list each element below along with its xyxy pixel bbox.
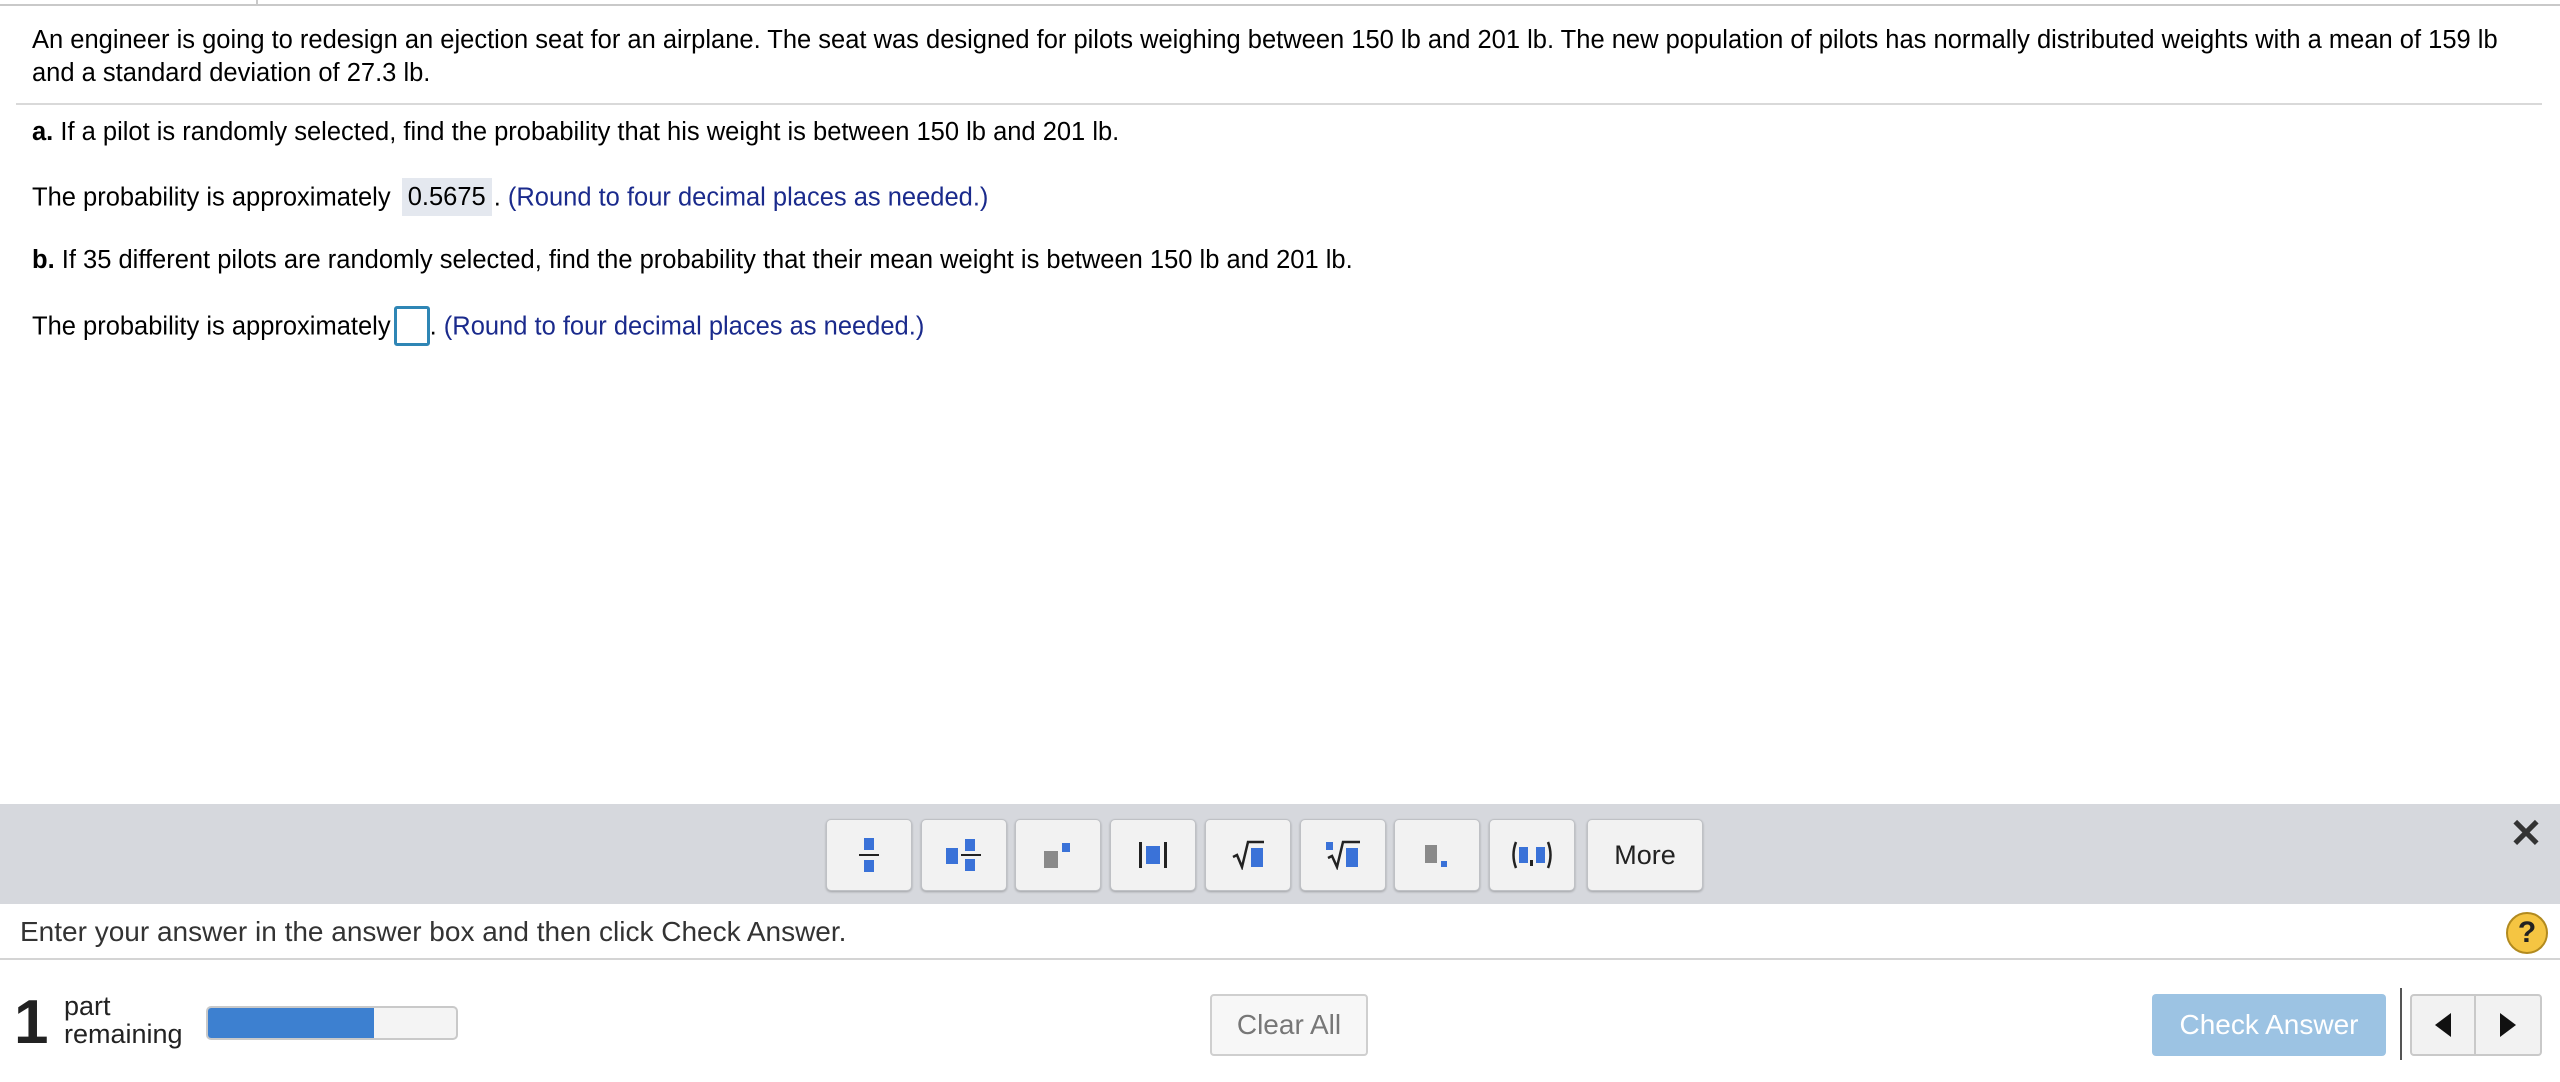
mixed-number-button[interactable] xyxy=(921,819,1007,891)
more-button[interactable]: More xyxy=(1587,819,1703,891)
top-tab-edge xyxy=(0,0,258,4)
nav-separator xyxy=(2400,988,2402,1060)
progress-bar xyxy=(206,1006,458,1040)
part-a-prompt-line: a. If a pilot is randomly selected, find… xyxy=(32,116,1119,149)
square-root-button[interactable] xyxy=(1205,819,1291,891)
part-a-answer-suffix: . xyxy=(493,183,501,212)
instruction-text: Enter your answer in the answer box and … xyxy=(20,916,847,947)
previous-button[interactable] xyxy=(2410,994,2476,1056)
parts-remaining-count: 1 xyxy=(14,988,49,1057)
ordered-pair-icon xyxy=(1512,841,1552,869)
nth-root-icon xyxy=(1326,840,1360,870)
footer: 1 part remaining Clear All Check Answer xyxy=(0,962,2560,1082)
part-b-rounding-hint: (Round to four decimal places as needed.… xyxy=(443,312,925,341)
ordered-pair-button[interactable] xyxy=(1489,819,1575,891)
square-root-icon xyxy=(1232,840,1264,870)
mixed-number-icon xyxy=(946,839,981,871)
instruction-bar: Enter your answer in the answer box and … xyxy=(0,904,2560,960)
check-answer-button[interactable]: Check Answer xyxy=(2152,994,2386,1056)
fraction-button[interactable] xyxy=(826,819,912,891)
exponent-button[interactable] xyxy=(1015,819,1101,891)
part-b-prompt-line: b. If 35 different pilots are randomly s… xyxy=(32,244,1353,277)
next-button[interactable] xyxy=(2476,994,2542,1056)
part-a-label: a. xyxy=(32,118,54,146)
decimal-icon xyxy=(1425,845,1447,867)
close-icon[interactable]: ✕ xyxy=(2508,814,2544,854)
exponent-icon xyxy=(1044,843,1070,868)
absolute-value-button[interactable] xyxy=(1110,819,1196,891)
part-b-answer-box[interactable] xyxy=(393,306,430,346)
part-b-label: b. xyxy=(32,246,55,274)
top-border xyxy=(0,0,2560,6)
triangle-right-icon xyxy=(2500,1013,2516,1037)
part-a-prompt: If a pilot is randomly selected, find th… xyxy=(60,118,1120,146)
help-icon[interactable]: ? xyxy=(2506,912,2548,954)
parts-label-line1: part xyxy=(64,991,111,1021)
part-b-answer-line: The probability is approximately. (Round… xyxy=(32,306,925,348)
decimal-button[interactable] xyxy=(1394,819,1480,891)
clear-all-button[interactable]: Clear All xyxy=(1210,994,1368,1056)
part-b-answer-suffix: . xyxy=(429,312,437,341)
part-a-rounding-hint: (Round to four decimal places as needed.… xyxy=(507,183,989,212)
part-b-answer-prefix: The probability is approximately xyxy=(32,312,391,341)
triangle-left-icon xyxy=(2435,1013,2451,1037)
parts-remaining-label: part remaining xyxy=(64,992,183,1048)
part-a-answer-prefix: The probability is approximately xyxy=(32,183,391,212)
absolute-value-icon xyxy=(1139,842,1167,868)
nth-root-button[interactable] xyxy=(1300,819,1386,891)
fraction-icon xyxy=(859,838,879,872)
part-a-answer-line: The probability is approximately 0.5675.… xyxy=(32,178,989,218)
part-a-answer-box[interactable]: 0.5675 xyxy=(401,178,492,216)
question-text: An engineer is going to redesign an ejec… xyxy=(32,26,2498,87)
math-toolbar: More ✕ xyxy=(0,804,2560,904)
part-b-prompt: If 35 different pilots are randomly sele… xyxy=(61,246,1353,274)
progress-bar-fill xyxy=(208,1008,375,1038)
question-divider xyxy=(16,103,2542,105)
parts-label-line2: remaining xyxy=(64,1019,183,1049)
